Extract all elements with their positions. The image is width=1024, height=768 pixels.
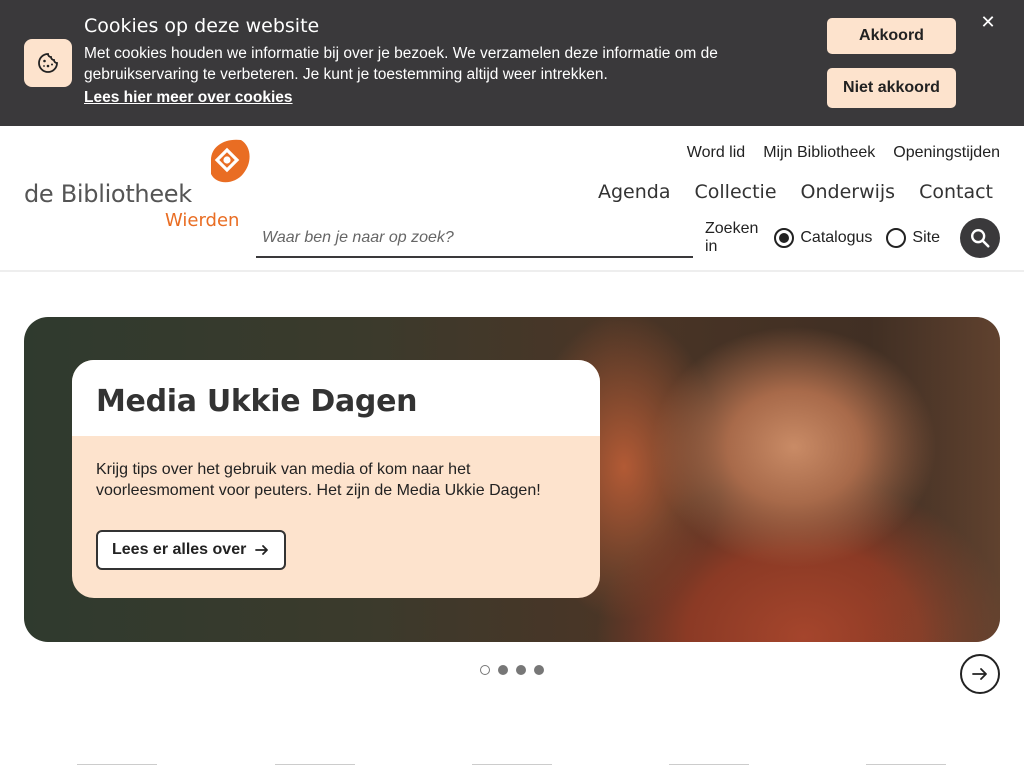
carousel-dot[interactable] (534, 665, 544, 675)
content-tiles-edge (0, 764, 1024, 768)
nav-item-agenda[interactable]: Agenda (598, 181, 671, 203)
hero-image (870, 317, 1000, 642)
top-links: Word lid Mijn Bibliotheek Openingstijden (687, 144, 1000, 162)
nav-item-collectie[interactable]: Collectie (695, 181, 777, 203)
nav-item-onderwijs[interactable]: Onderwijs (801, 181, 896, 203)
arrow-right-icon (972, 668, 987, 680)
hero-text: Krijg tips over het gebruik van media of… (96, 461, 541, 499)
hero-banner: Media Ukkie Dagen Krijg tips over het ge… (24, 317, 1000, 642)
word-lid-link[interactable]: Word lid (687, 144, 745, 162)
radio-checked-icon[interactable] (774, 228, 795, 248)
openingstijden-link[interactable]: Openingstijden (893, 144, 1000, 162)
tile-edge (472, 764, 552, 765)
search-bar: Zoeken in Catalogus Site (256, 218, 948, 258)
tile-edge (77, 764, 157, 765)
cookie-icon (24, 39, 72, 87)
search-scope-label: Zoeken in (705, 220, 759, 255)
search-scope: Zoeken in Catalogus Site (693, 218, 948, 258)
arrow-right-icon (255, 545, 269, 555)
site-logo[interactable]: de Bibliotheek Wierden (24, 138, 254, 231)
read-more-label: Lees er alles over (112, 541, 247, 558)
cookie-title: Cookies op deze website (84, 15, 320, 37)
decline-cookies-button[interactable]: Niet akkoord (827, 68, 956, 108)
tile-edge (669, 764, 749, 765)
mijn-bibliotheek-link[interactable]: Mijn Bibliotheek (763, 144, 875, 162)
cookie-info-link[interactable]: Lees hier meer over cookies (84, 89, 293, 107)
logo-name: de Bibliotheek (24, 180, 192, 208)
search-input[interactable] (256, 224, 686, 252)
hero-card: Media Ukkie Dagen Krijg tips over het ge… (72, 360, 600, 598)
main-nav: Agenda Collectie Onderwijs Contact (598, 181, 993, 203)
radio-unchecked-icon[interactable] (886, 228, 907, 248)
search-icon (971, 229, 990, 248)
hero-title: Media Ukkie Dagen (96, 384, 418, 419)
close-icon[interactable]: ✕ (978, 12, 998, 32)
carousel-dot[interactable] (498, 665, 508, 675)
nav-item-contact[interactable]: Contact (919, 181, 993, 203)
tile-edge (275, 764, 355, 765)
scope-option-catalogus[interactable]: Catalogus (774, 228, 872, 248)
search-button[interactable] (960, 218, 1000, 258)
cookie-text: Met cookies houden we informatie bij ove… (84, 45, 718, 83)
logo-place: Wierden (165, 210, 240, 231)
cookie-banner: Cookies op deze website Met cookies houd… (0, 0, 1024, 126)
carousel-dot[interactable] (516, 665, 526, 675)
scope-option-label: Catalogus (800, 229, 873, 246)
scope-option-site[interactable]: Site (886, 228, 940, 248)
carousel-dots (480, 665, 544, 675)
read-more-button[interactable]: Lees er alles over (96, 530, 287, 570)
site-header: de Bibliotheek Wierden Word lid Mijn Bib… (0, 126, 1024, 272)
library-logo-icon (211, 139, 250, 183)
carousel-next-button[interactable] (960, 654, 1000, 694)
tile-edge (866, 764, 946, 765)
hero-card-header: Media Ukkie Dagen (72, 360, 600, 436)
scope-option-label: Site (912, 229, 940, 246)
carousel-dot[interactable] (480, 665, 490, 675)
accept-cookies-button[interactable]: Akkoord (827, 18, 956, 54)
